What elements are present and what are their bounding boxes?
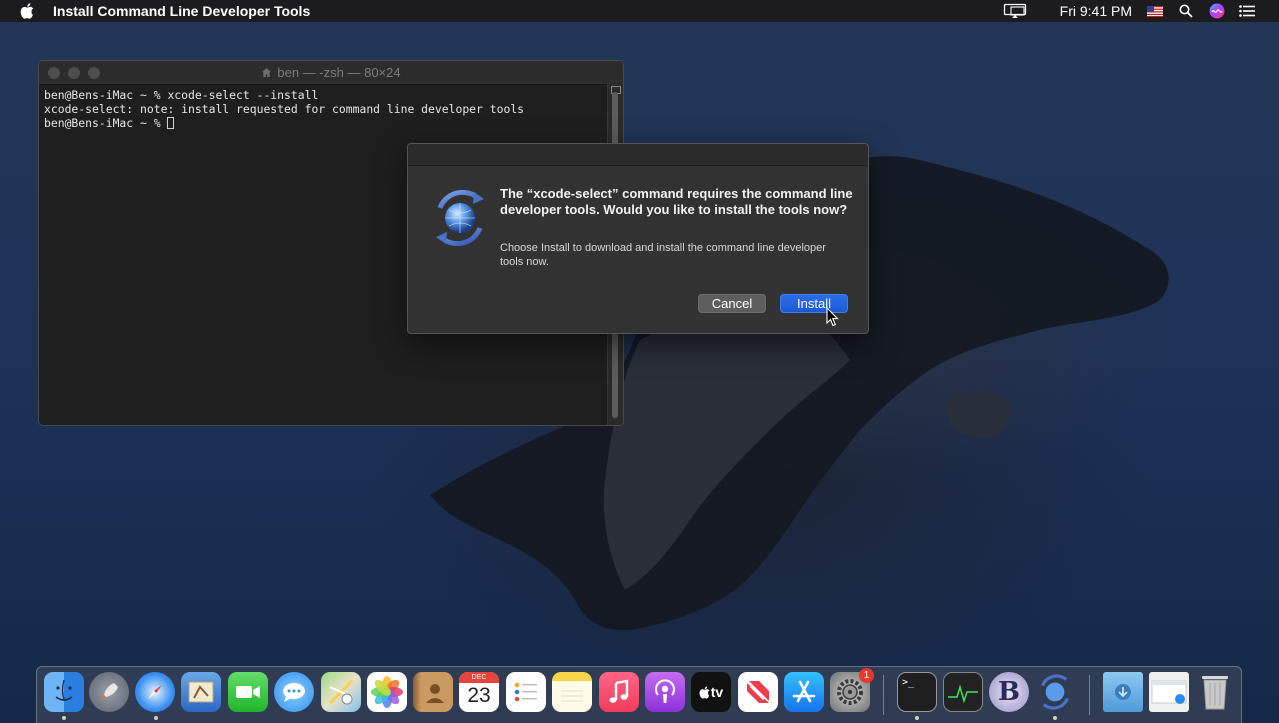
terminal-titlebar[interactable]: ben — -zsh — 80×24 (39, 61, 623, 85)
running-indicator (1053, 716, 1057, 720)
terminal-line: ben@Bens-iMac ~ % xcode-select --install (44, 88, 319, 102)
finder-icon[interactable] (44, 672, 84, 712)
mouse-pointer-icon (826, 307, 840, 327)
software-update-icon (428, 186, 492, 250)
notification-badge: 1 (859, 668, 874, 683)
bbedit-icon[interactable]: B (989, 672, 1029, 712)
maps-icon[interactable] (321, 672, 361, 712)
terminal-title: ben — -zsh — 80×24 (39, 61, 623, 84)
documents-stack-icon[interactable] (1149, 672, 1189, 712)
terminal-prompt-line: ben@Bens-iMac ~ % (44, 116, 623, 130)
cancel-button[interactable]: Cancel (698, 294, 766, 313)
contacts-icon[interactable] (413, 672, 453, 712)
dialog-heading: The “xcode-select” command requires the … (500, 186, 853, 217)
activity-monitor-icon[interactable] (943, 672, 983, 712)
running-indicator (915, 716, 919, 720)
terminal-cursor (167, 117, 175, 129)
news-icon[interactable] (738, 672, 778, 712)
install-tools-dialog: The “xcode-select” command requires the … (407, 143, 869, 334)
podcasts-icon[interactable] (645, 672, 685, 712)
notes-icon[interactable] (552, 672, 592, 712)
terminal-line: xcode-select: note: install requested fo… (44, 102, 525, 116)
calendar-icon[interactable]: DEC 23 (459, 672, 499, 712)
music-icon[interactable] (599, 672, 639, 712)
messages-icon[interactable] (274, 672, 314, 712)
photos-icon[interactable] (367, 672, 407, 712)
dock-separator (883, 675, 884, 715)
terminal-icon[interactable]: >_ (897, 672, 937, 712)
terminal-line: ben@Bens-iMac ~ % (44, 116, 168, 130)
dialog-titlebar[interactable] (408, 144, 868, 166)
app-store-icon[interactable] (784, 672, 824, 712)
terminal-output[interactable]: ben@Bens-iMac ~ % xcode-select --install… (39, 85, 623, 130)
dialog-message: Choose Install to download and install t… (500, 242, 826, 268)
calendar-month: DEC (459, 672, 499, 683)
launchpad-icon[interactable] (89, 672, 129, 712)
mail-icon[interactable] (181, 672, 221, 712)
facetime-icon[interactable] (228, 672, 268, 712)
terminal-title-text: ben — -zsh — 80×24 (277, 65, 401, 80)
dock-separator (1089, 675, 1090, 715)
calendar-day: 23 (467, 684, 491, 707)
running-indicator (154, 716, 158, 720)
safari-icon[interactable] (135, 672, 175, 712)
reminders-icon[interactable] (506, 672, 546, 712)
install-tools-app-icon[interactable] (1035, 672, 1075, 712)
trash-icon[interactable] (1195, 672, 1235, 712)
running-indicator (62, 716, 66, 720)
tv-label: tv (710, 684, 724, 700)
dock: DEC 23 tv 1 >_ B (36, 666, 1242, 723)
downloads-folder-icon[interactable] (1103, 672, 1143, 712)
apple-tv-icon[interactable]: tv (691, 672, 731, 712)
system-preferences-icon[interactable]: 1 (830, 668, 874, 712)
home-folder-icon (261, 67, 272, 78)
